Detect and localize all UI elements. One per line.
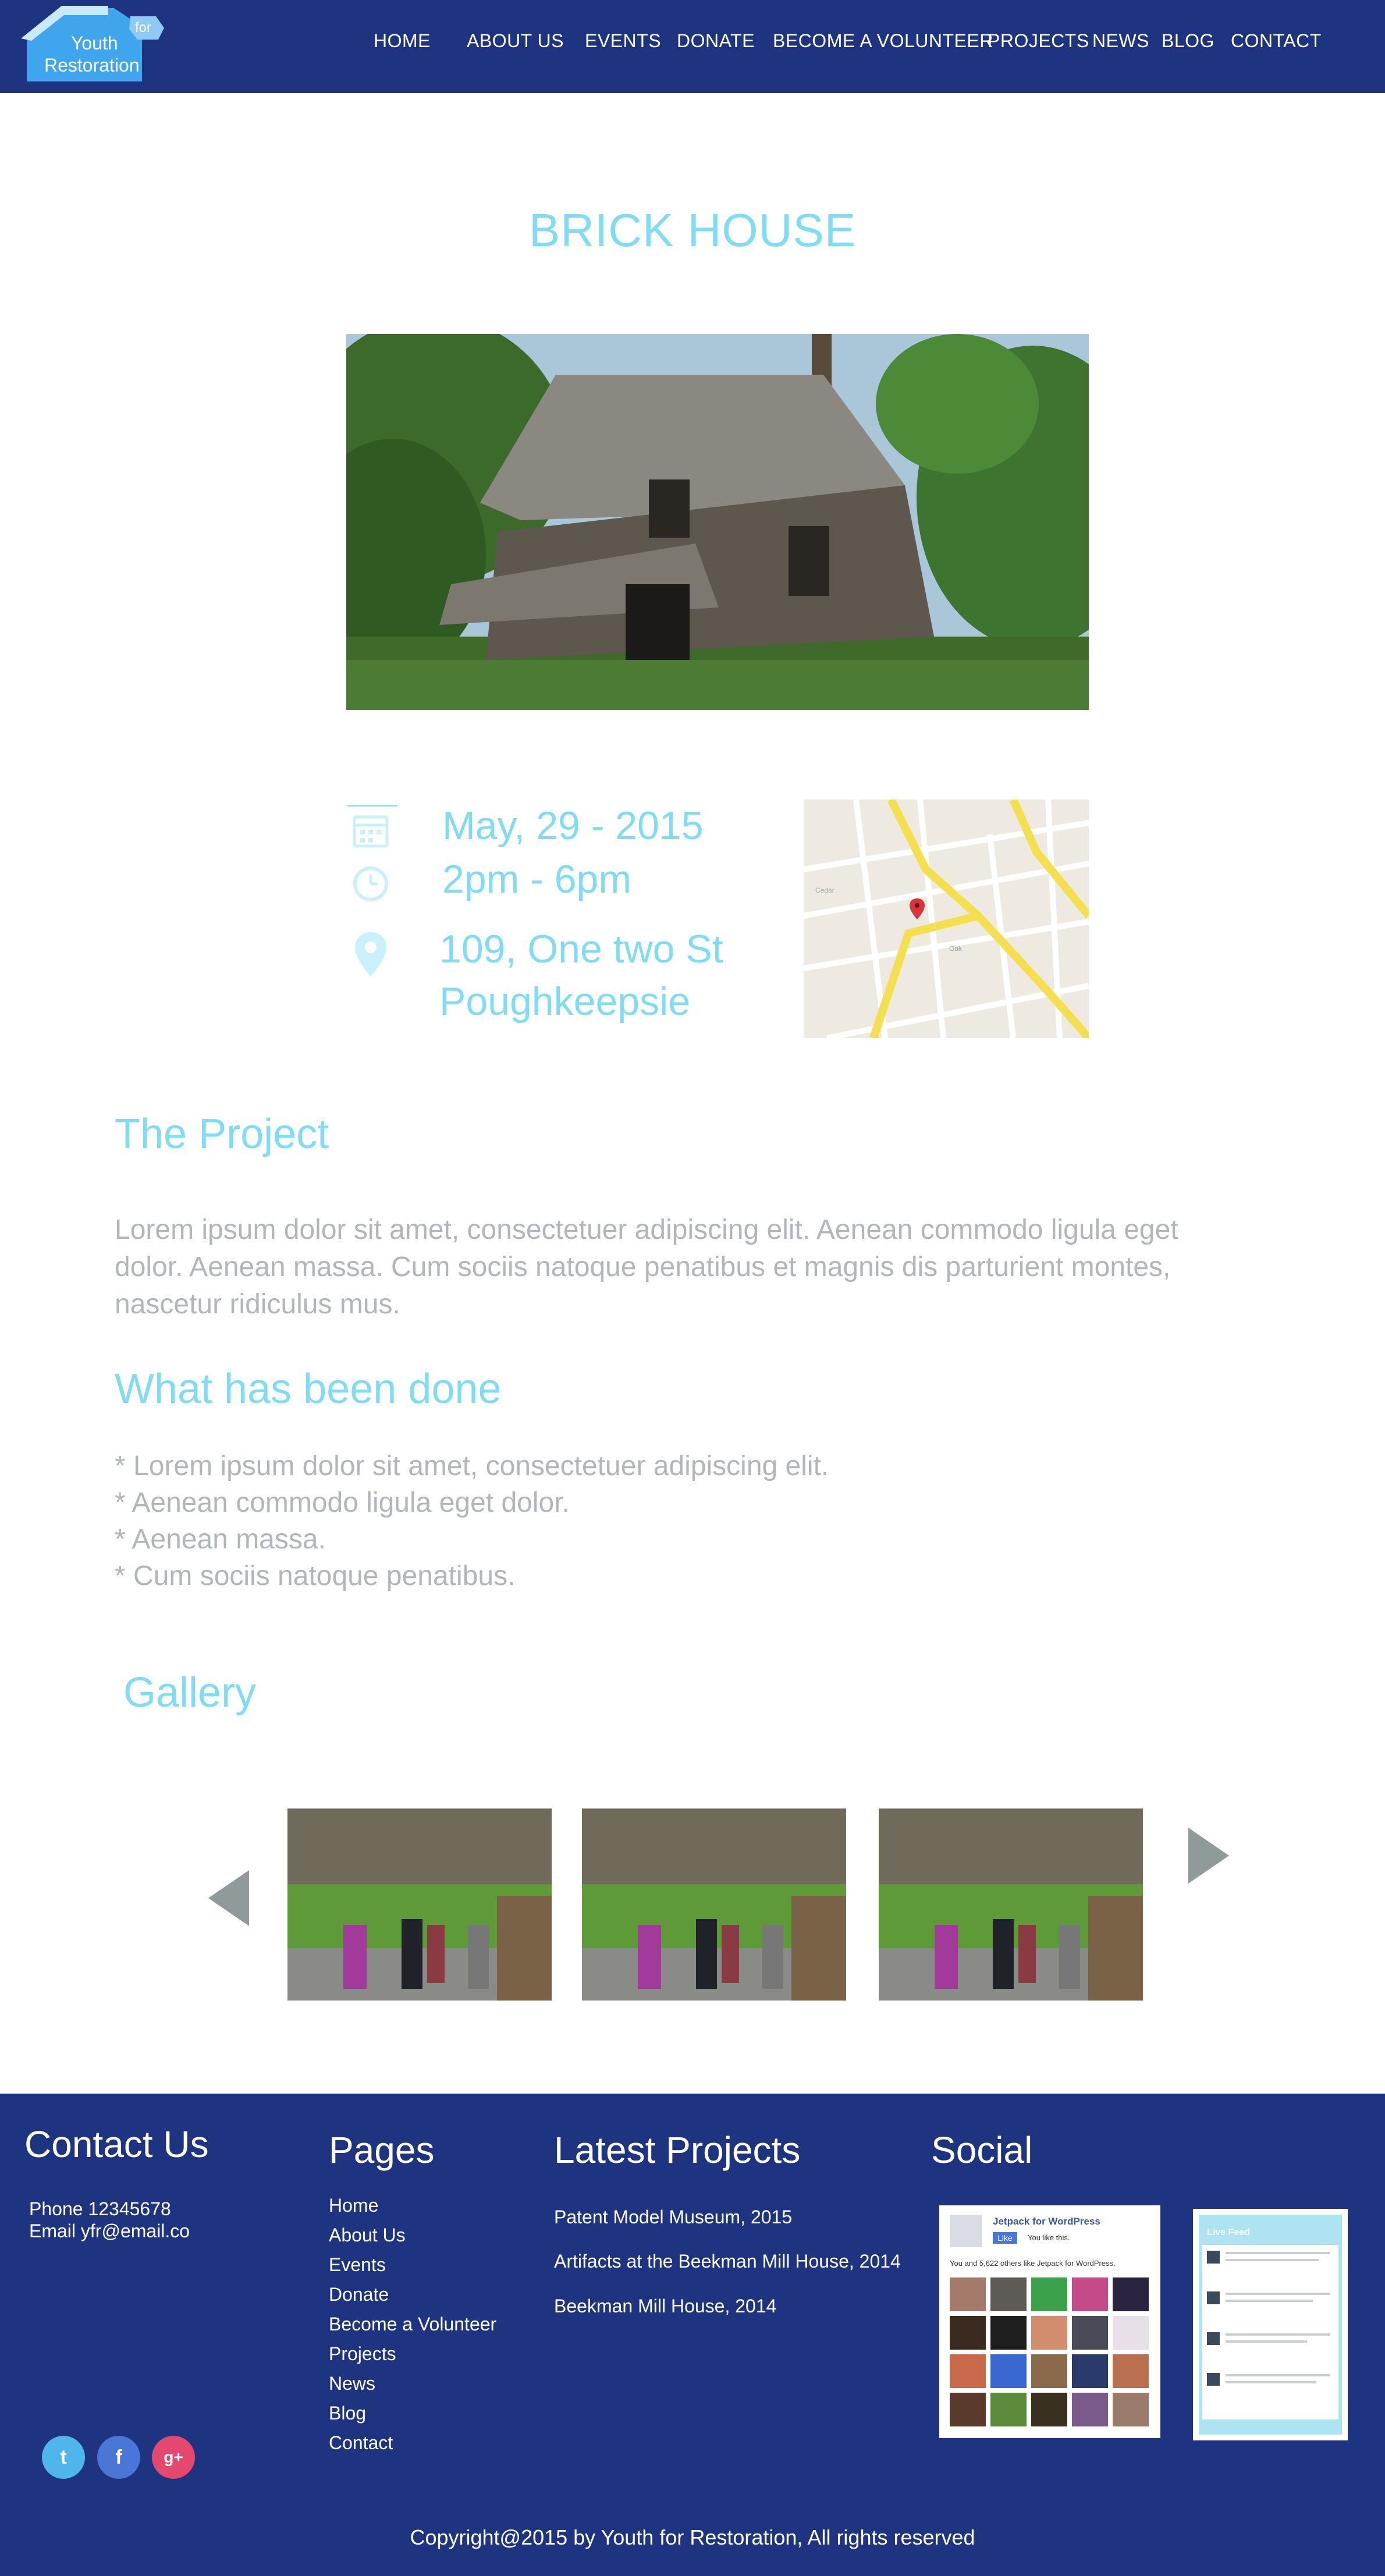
hero-image-old-house xyxy=(346,334,1089,710)
google-plus-button[interactable]: g+ xyxy=(152,2436,195,2479)
nav-projects[interactable]: PROJECTS xyxy=(988,30,1089,52)
footer-link-blog[interactable]: Blog xyxy=(329,2403,366,2424)
copyright-text: Copyright@2015 by Youth for Restoration,… xyxy=(410,2525,975,2549)
footer-latest-project[interactable]: Beekman Mill House, 2014 xyxy=(554,2296,776,2317)
twitter-feed-panel: Live Feed xyxy=(1199,2215,1342,2435)
footer-email[interactable]: Email yfr@email.co xyxy=(29,2220,190,2242)
footer-link-news[interactable]: News xyxy=(329,2373,375,2394)
site-footer: Contact Us Phone 12345678 Email yfr@emai… xyxy=(0,2094,1385,2576)
fb-fans-grid xyxy=(950,2277,1149,2426)
nav-home[interactable]: HOME xyxy=(374,30,431,52)
footer-link-contact[interactable]: Contact xyxy=(329,2432,393,2454)
done-item: * Aenean commodo ligula eget dolor. xyxy=(115,1487,570,1518)
footer-link-projects[interactable]: Projects xyxy=(329,2343,396,2365)
logo-text-youth: Youth xyxy=(71,33,118,54)
svg-text:Cedar: Cedar xyxy=(815,886,834,894)
footer-latest-project[interactable]: Patent Model Museum, 2015 xyxy=(554,2207,792,2228)
location-map[interactable]: Cedar Oak xyxy=(804,800,1089,1038)
footer-link-donate[interactable]: Donate xyxy=(329,2284,389,2305)
logo-text-for: for xyxy=(135,20,152,35)
calendar-icon xyxy=(352,811,389,848)
footer-link-events[interactable]: Events xyxy=(329,2254,386,2276)
nav-donate[interactable]: DONATE xyxy=(677,30,755,52)
facebook-button[interactable]: f xyxy=(97,2436,140,2479)
project-description: Lorem ipsum dolor sit amet, consectetuer… xyxy=(115,1214,1178,1320)
nav-contact[interactable]: CONTACT xyxy=(1231,30,1322,52)
facebook-widget[interactable]: Jetpack for WordPress Like You like this… xyxy=(939,2205,1160,2438)
nav-about-us[interactable]: ABOUT US xyxy=(467,30,564,52)
footer-link-home[interactable]: Home xyxy=(329,2195,378,2216)
google-plus-icon: g+ xyxy=(164,2448,183,2466)
fb-like-button[interactable]: Like xyxy=(993,2232,1017,2244)
gallery-photo[interactable] xyxy=(582,1808,846,2001)
site-logo[interactable]: Youth for Restoration xyxy=(21,5,172,81)
gallery-next-arrow-icon[interactable] xyxy=(1188,1828,1229,1884)
location-pin-icon xyxy=(354,931,388,978)
footer-link-become-a-volunteer[interactable]: Become a Volunteer xyxy=(329,2314,496,2335)
footer-pages-heading: Pages xyxy=(329,2129,435,2171)
event-address-line2: Poughkeepsie xyxy=(439,979,691,1024)
fb-widget-title: Jetpack for WordPress xyxy=(993,2216,1100,2227)
gallery-photo[interactable] xyxy=(879,1808,1143,2001)
nav-events[interactable]: EVENTS xyxy=(585,30,661,52)
clock-icon xyxy=(352,865,389,903)
twitter-icon: t xyxy=(60,2446,67,2468)
svg-text:Oak: Oak xyxy=(949,944,963,953)
gallery-photo[interactable] xyxy=(287,1808,552,2001)
fb-like-count: You and 5,622 others like Jetpack for Wo… xyxy=(950,2259,1116,2268)
done-item: * Lorem ipsum dolor sit amet, consectetu… xyxy=(115,1451,829,1481)
footer-phone: Phone 12345678 xyxy=(29,2198,171,2219)
footer-contact-heading: Contact Us xyxy=(24,2123,209,2165)
footer-latest-heading: Latest Projects xyxy=(554,2129,801,2171)
facebook-icon: f xyxy=(115,2446,122,2468)
twitter-widget[interactable]: Live Feed xyxy=(1193,2209,1348,2440)
done-item: * Aenean massa. xyxy=(115,1524,326,1555)
divider xyxy=(347,805,397,806)
twitter-widget-title: Live Feed xyxy=(1207,2227,1250,2237)
event-date: May, 29 - 2015 xyxy=(442,804,704,848)
twitter-button[interactable]: t xyxy=(42,2436,85,2479)
twitter-feed-list xyxy=(1202,2245,1338,2419)
jetpack-logo-icon xyxy=(950,2215,982,2247)
footer-social-heading: Social xyxy=(931,2129,1033,2171)
event-address-line1: 109, One two St xyxy=(439,927,723,971)
site-header: Youth for Restoration HOME ABOUT US EVEN… xyxy=(0,0,1385,93)
footer-latest-project[interactable]: Artifacts at the Beekman Mill House, 201… xyxy=(554,2251,901,2272)
gallery-heading: Gallery xyxy=(123,1669,257,1716)
fb-you-like: You like this. xyxy=(1028,2233,1070,2242)
gallery-prev-arrow-icon[interactable] xyxy=(208,1870,249,1926)
project-heading: The Project xyxy=(115,1111,329,1157)
logo-text-restoration: Restoration xyxy=(44,55,140,76)
nav-become-a-volunteer[interactable]: BECOME A VOLUNTEER xyxy=(773,30,993,52)
nav-blog[interactable]: BLOG xyxy=(1162,30,1214,52)
page-title: BRICK HOUSE xyxy=(528,204,857,256)
nav-news[interactable]: NEWS xyxy=(1092,30,1149,52)
done-item: * Cum sociis natoque penatibus. xyxy=(115,1561,516,1591)
footer-link-about-us[interactable]: About Us xyxy=(329,2225,406,2246)
event-time: 2pm - 6pm xyxy=(442,857,631,901)
done-heading: What has been done xyxy=(115,1366,502,1412)
